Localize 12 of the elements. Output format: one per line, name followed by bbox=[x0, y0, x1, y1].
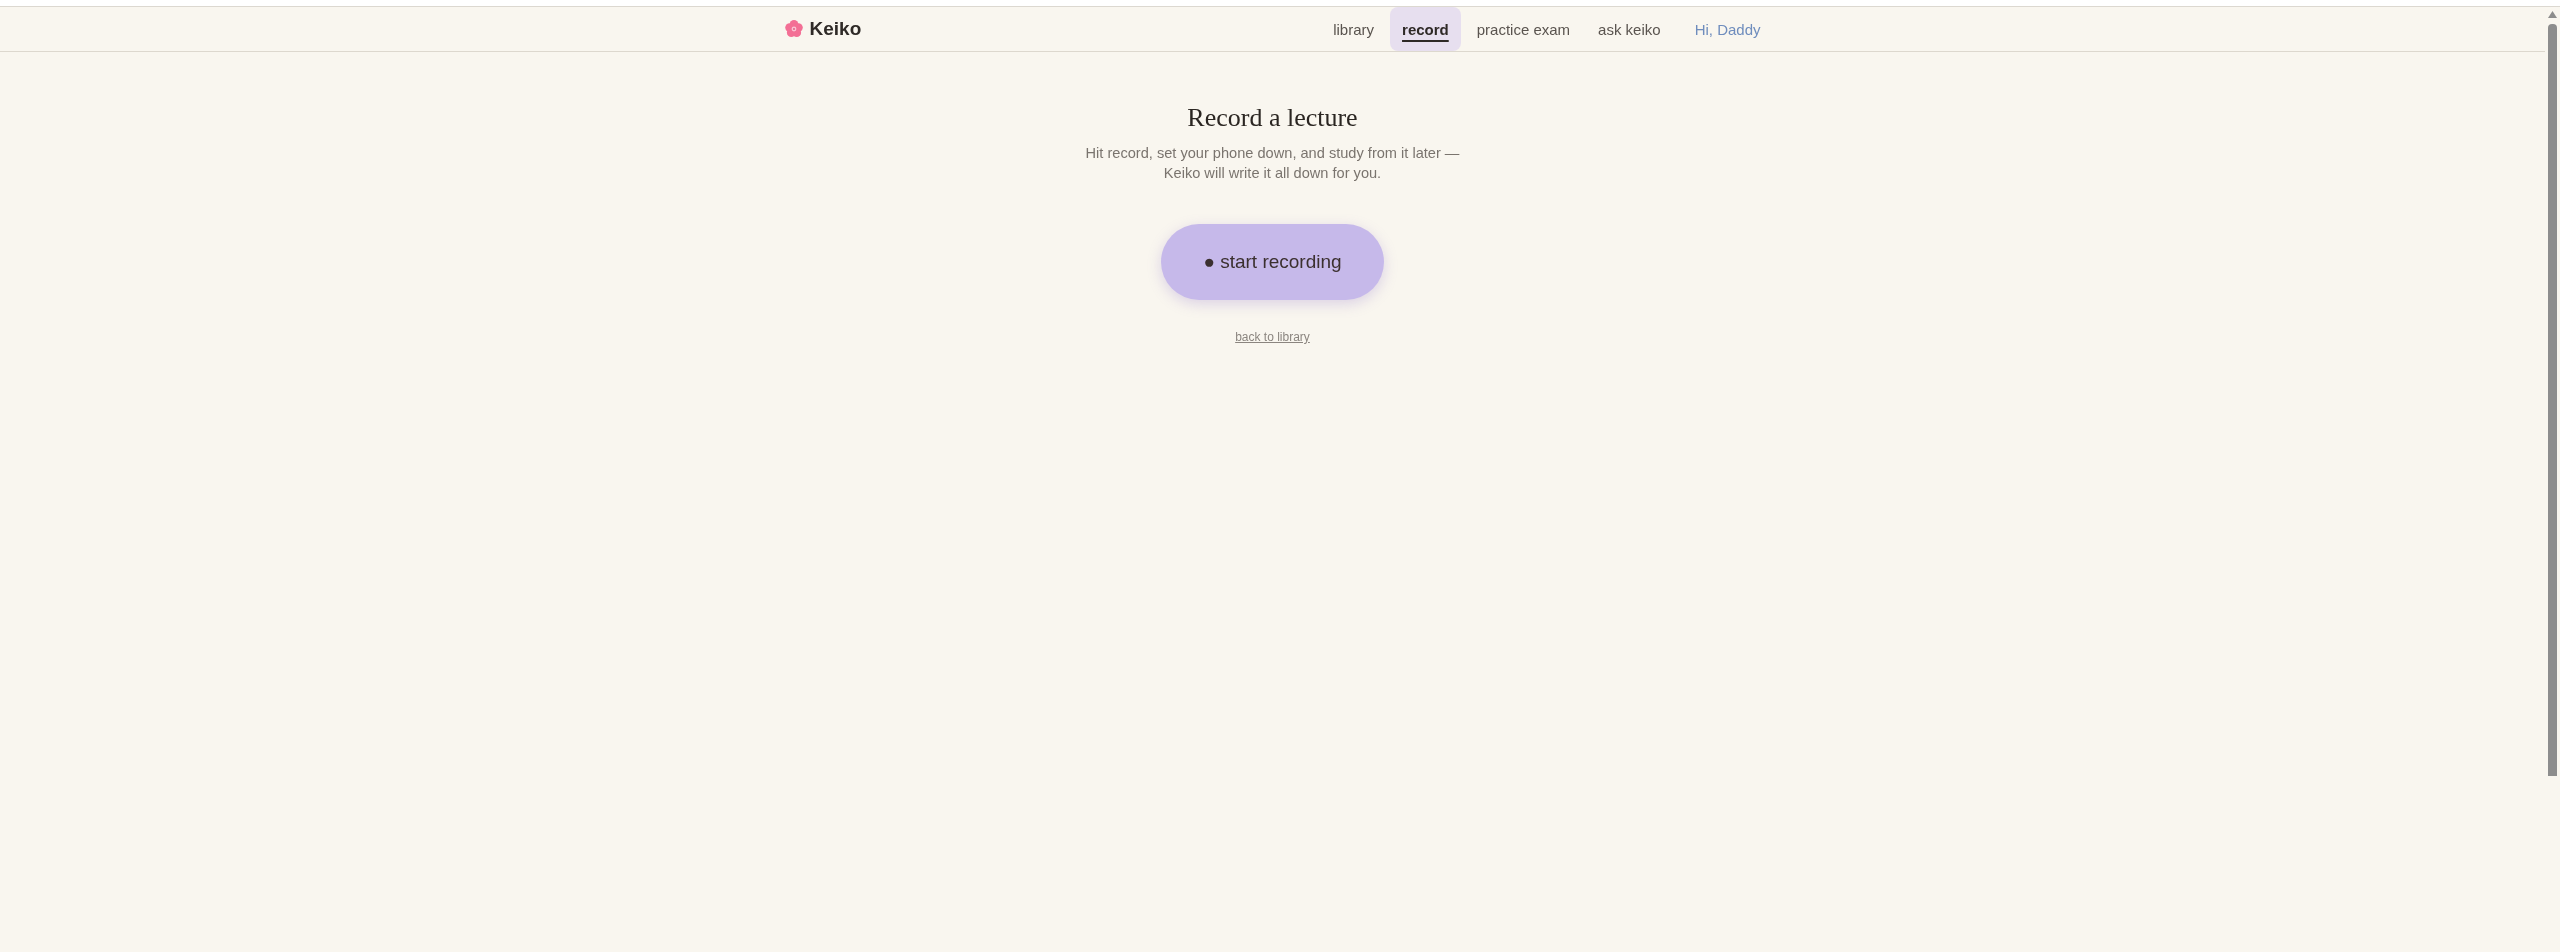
brand-name: Keiko bbox=[809, 18, 862, 40]
flower-icon bbox=[784, 20, 803, 38]
nav-tab[interactable]: record bbox=[1390, 7, 1461, 51]
page-title: Record a lecture bbox=[1187, 102, 1358, 133]
start-recording-button[interactable]: ● start recording bbox=[1161, 224, 1384, 300]
scroll-up-icon[interactable] bbox=[2548, 11, 2557, 18]
page-subtitle: Hit record, set your phone down, and study from it later — Keiko will write it all down for you. bbox=[1085, 144, 1460, 183]
back-link[interactable]: back to library bbox=[1235, 329, 1310, 345]
nav-tab[interactable]: practice exam bbox=[1464, 7, 1583, 51]
scrollbar-thumb[interactable] bbox=[2548, 24, 2557, 776]
nav-tab[interactable]: library bbox=[1321, 7, 1387, 51]
nav-tab[interactable]: ask keiko bbox=[1586, 7, 1673, 51]
